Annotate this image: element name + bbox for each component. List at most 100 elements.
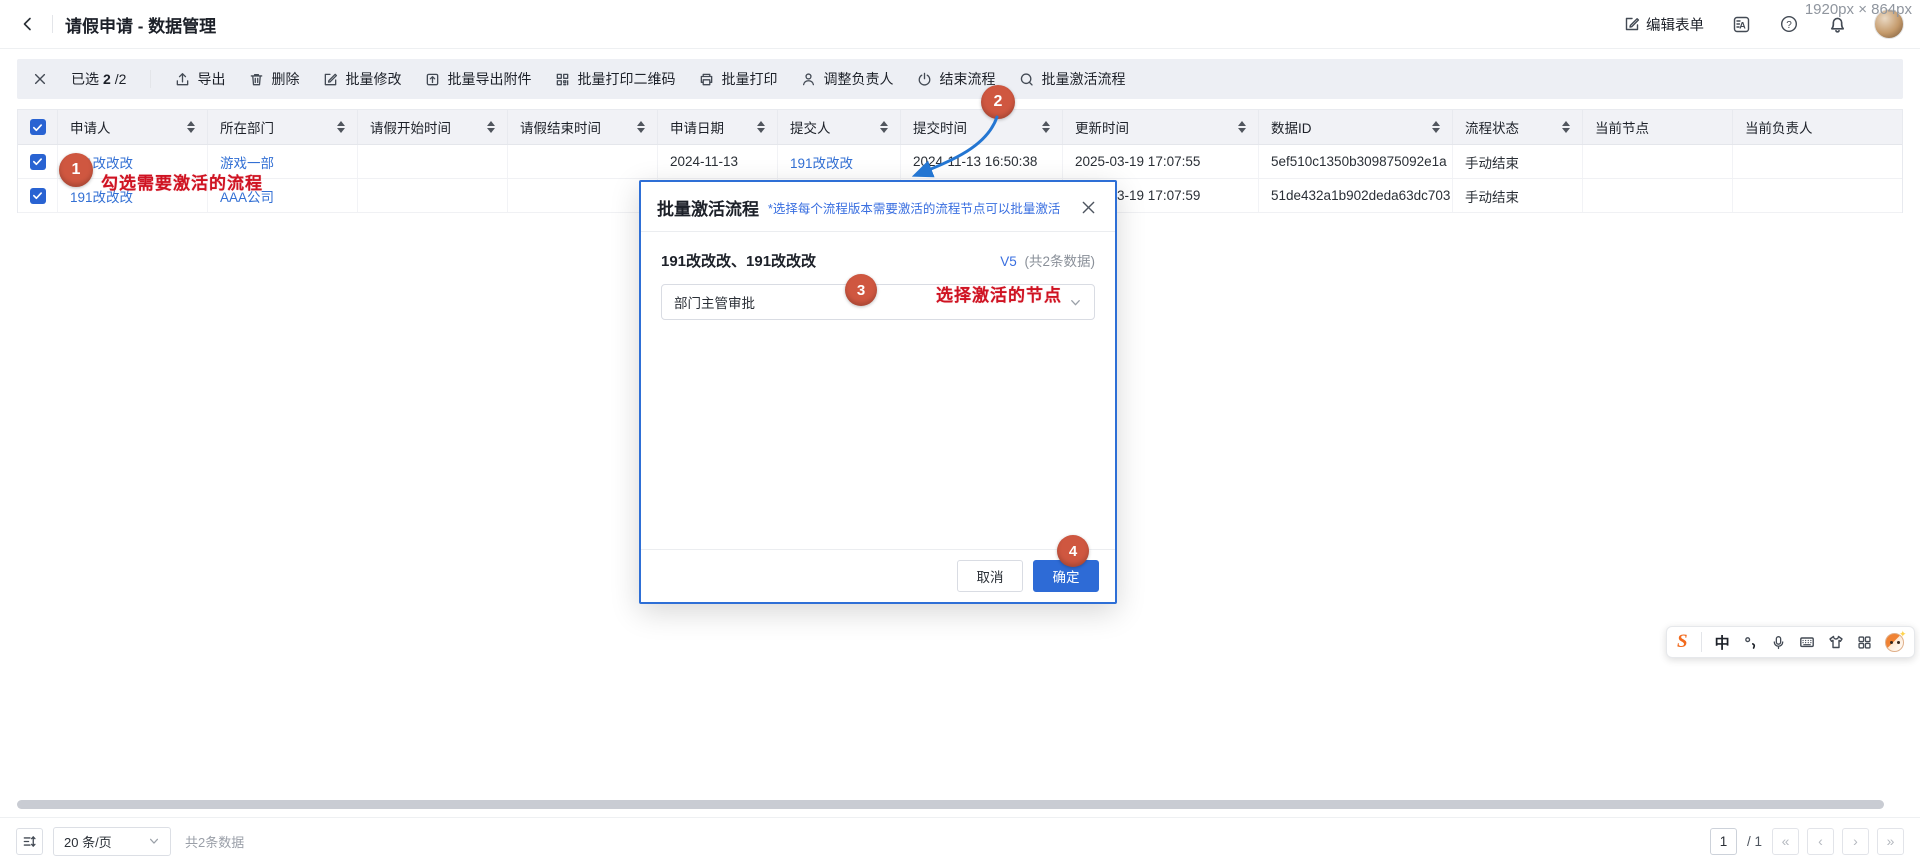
user-icon bbox=[801, 72, 816, 87]
modal-note: *选择每个流程版本需要激活的流程节点可以批量激活 bbox=[768, 198, 1060, 217]
toolbar-divider bbox=[150, 70, 151, 88]
col-header-leave-end[interactable]: 请假结束时间 bbox=[508, 110, 658, 144]
batch-activate-modal: 批量激活流程 *选择每个流程版本需要激活的流程节点可以批量激活 191改改改、1… bbox=[639, 180, 1117, 604]
end-flow-button[interactable]: 结束流程 bbox=[917, 69, 995, 89]
export-button[interactable]: 导出 bbox=[175, 69, 225, 89]
batch-export-attachments-button[interactable]: 批量导出附件 bbox=[425, 69, 531, 89]
punctuation-icon[interactable] bbox=[1743, 635, 1758, 650]
back-button[interactable] bbox=[16, 12, 40, 36]
annotation-arrow bbox=[880, 100, 1012, 195]
col-header-apply-date[interactable]: 申请日期 bbox=[658, 110, 778, 144]
step-4-badge: 4 bbox=[1057, 535, 1089, 567]
sort-icon[interactable] bbox=[749, 121, 765, 134]
svg-text:?: ? bbox=[1786, 20, 1792, 31]
viewport-size-annotation: 1920px × 864px bbox=[1805, 1, 1912, 18]
skin-icon[interactable] bbox=[1828, 634, 1844, 650]
cell-flow-status: 手动结束 bbox=[1453, 145, 1583, 178]
total-pages-text: / 1 bbox=[1747, 834, 1762, 849]
sogou-logo[interactable]: S bbox=[1677, 631, 1688, 653]
export-icon bbox=[175, 72, 190, 87]
bulk-action-toolbar: 已选 2/2 导出 删除 批量修改 批量导出附件 批量打印二维码 批量打印 bbox=[17, 59, 1903, 99]
top-header: 请假申请 - 数据管理 编辑表单 A ? 1920px × 864px bbox=[0, 0, 1920, 49]
cell-leave-end bbox=[508, 145, 658, 178]
keyboard-icon[interactable] bbox=[1799, 634, 1815, 650]
prev-page-button[interactable]: ‹ bbox=[1807, 828, 1834, 855]
modal-title: 批量激活流程 bbox=[657, 195, 759, 220]
ime-toolbar: S 中 ✦ bbox=[1666, 626, 1915, 658]
sort-icon[interactable] bbox=[629, 121, 645, 134]
cell-leave-start bbox=[358, 145, 508, 178]
col-header-data-id[interactable]: 数据ID bbox=[1259, 110, 1453, 144]
batch-edit-button[interactable]: 批量修改 bbox=[323, 69, 401, 89]
batch-activate-flow-button[interactable]: 批量激活流程 bbox=[1019, 69, 1125, 89]
cell-leave-start bbox=[358, 179, 508, 212]
sort-icon[interactable] bbox=[329, 121, 345, 134]
node-select-value: 部门主管审批 bbox=[674, 292, 755, 312]
cell-current-owner bbox=[1733, 179, 1902, 212]
row-checkbox[interactable] bbox=[30, 188, 46, 204]
chinese-mode-toggle[interactable]: 中 bbox=[1715, 632, 1730, 653]
annotation-select-node: 选择激活的节点 bbox=[936, 281, 1062, 306]
horizontal-scrollbar[interactable] bbox=[17, 800, 1884, 809]
sort-icon[interactable] bbox=[1554, 121, 1570, 134]
cancel-button[interactable]: 取消 bbox=[957, 560, 1023, 592]
col-header-update-time[interactable]: 更新时间 bbox=[1063, 110, 1259, 144]
cell-current-node bbox=[1583, 145, 1733, 178]
first-page-button[interactable]: « bbox=[1772, 828, 1799, 855]
row-checkbox[interactable] bbox=[30, 154, 46, 170]
chevron-down-icon bbox=[1069, 296, 1082, 309]
col-header-department[interactable]: 所在部门 bbox=[208, 110, 358, 144]
sort-icon[interactable] bbox=[1230, 121, 1246, 134]
sort-icon[interactable] bbox=[1424, 121, 1440, 134]
microphone-icon[interactable] bbox=[1771, 635, 1786, 650]
sort-icon[interactable] bbox=[1034, 121, 1050, 134]
delete-button[interactable]: 删除 bbox=[249, 69, 299, 89]
selected-count: 已选 2/2 bbox=[71, 69, 126, 89]
page-title: 请假申请 - 数据管理 bbox=[65, 12, 216, 37]
printer-icon bbox=[699, 72, 714, 87]
cell-data-id: 5ef510c1350b309875092e1a bbox=[1259, 145, 1453, 178]
col-header-flow-status[interactable]: 流程状态 bbox=[1453, 110, 1583, 144]
batch-print-button[interactable]: 批量打印 bbox=[699, 69, 777, 89]
sort-order-button[interactable] bbox=[16, 828, 43, 855]
batch-print-qrcode-button[interactable]: 批量打印二维码 bbox=[555, 69, 675, 89]
edit-form-icon bbox=[1624, 16, 1640, 32]
pagination-bar: 20 条/页 共2条数据 1 / 1 « ‹ › » bbox=[0, 817, 1920, 864]
modal-footer: 取消 确定 bbox=[641, 549, 1115, 602]
translate-icon[interactable]: A bbox=[1730, 13, 1752, 35]
chevron-down-icon bbox=[148, 835, 160, 847]
export-attachment-icon bbox=[425, 72, 440, 87]
cell-current-node bbox=[1583, 179, 1733, 212]
toolbox-icon[interactable] bbox=[1857, 635, 1872, 650]
clear-selection-button[interactable] bbox=[33, 72, 47, 86]
page-size-select[interactable]: 20 条/页 bbox=[53, 827, 171, 856]
edit-form-button[interactable]: 编辑表单 bbox=[1624, 14, 1704, 35]
close-icon[interactable] bbox=[1077, 197, 1099, 219]
activate-icon bbox=[1019, 72, 1034, 87]
cell-apply-date: 2024-11-13 bbox=[658, 145, 778, 178]
cell-flow-status: 手动结束 bbox=[1453, 179, 1583, 212]
select-all-checkbox[interactable] bbox=[30, 119, 46, 135]
step-3-badge: 3 bbox=[845, 274, 877, 306]
annotation-select-rows: 勾选需要激活的流程 bbox=[101, 169, 263, 194]
sort-icon[interactable] bbox=[479, 121, 495, 134]
edit-square-icon bbox=[323, 72, 338, 87]
adjust-owner-button[interactable]: 调整负责人 bbox=[801, 69, 893, 89]
current-page-box[interactable]: 1 bbox=[1710, 828, 1737, 855]
help-icon[interactable]: ? bbox=[1778, 13, 1800, 35]
col-header-applicant[interactable]: 申请人 bbox=[58, 110, 208, 144]
ime-divider bbox=[1701, 632, 1702, 652]
next-page-button[interactable]: › bbox=[1842, 828, 1869, 855]
col-header-leave-start[interactable]: 请假开始时间 bbox=[358, 110, 508, 144]
cell-data-id: 51de432a1b902deda63dc703 bbox=[1259, 179, 1453, 212]
sort-icon[interactable] bbox=[179, 121, 195, 134]
header-divider bbox=[52, 15, 53, 33]
trash-icon bbox=[249, 72, 264, 87]
modal-header: 批量激活流程 *选择每个流程版本需要激活的流程节点可以批量激活 bbox=[641, 182, 1115, 232]
col-header-current-owner: 当前负责人 bbox=[1733, 110, 1902, 144]
total-count-text: 共2条数据 bbox=[185, 832, 244, 851]
app-window: 请假申请 - 数据管理 编辑表单 A ? 1920px × 864px bbox=[0, 0, 1920, 864]
emoji-icon[interactable]: ✦ bbox=[1885, 633, 1904, 652]
last-page-button[interactable]: » bbox=[1877, 828, 1904, 855]
qrcode-icon bbox=[555, 72, 570, 87]
